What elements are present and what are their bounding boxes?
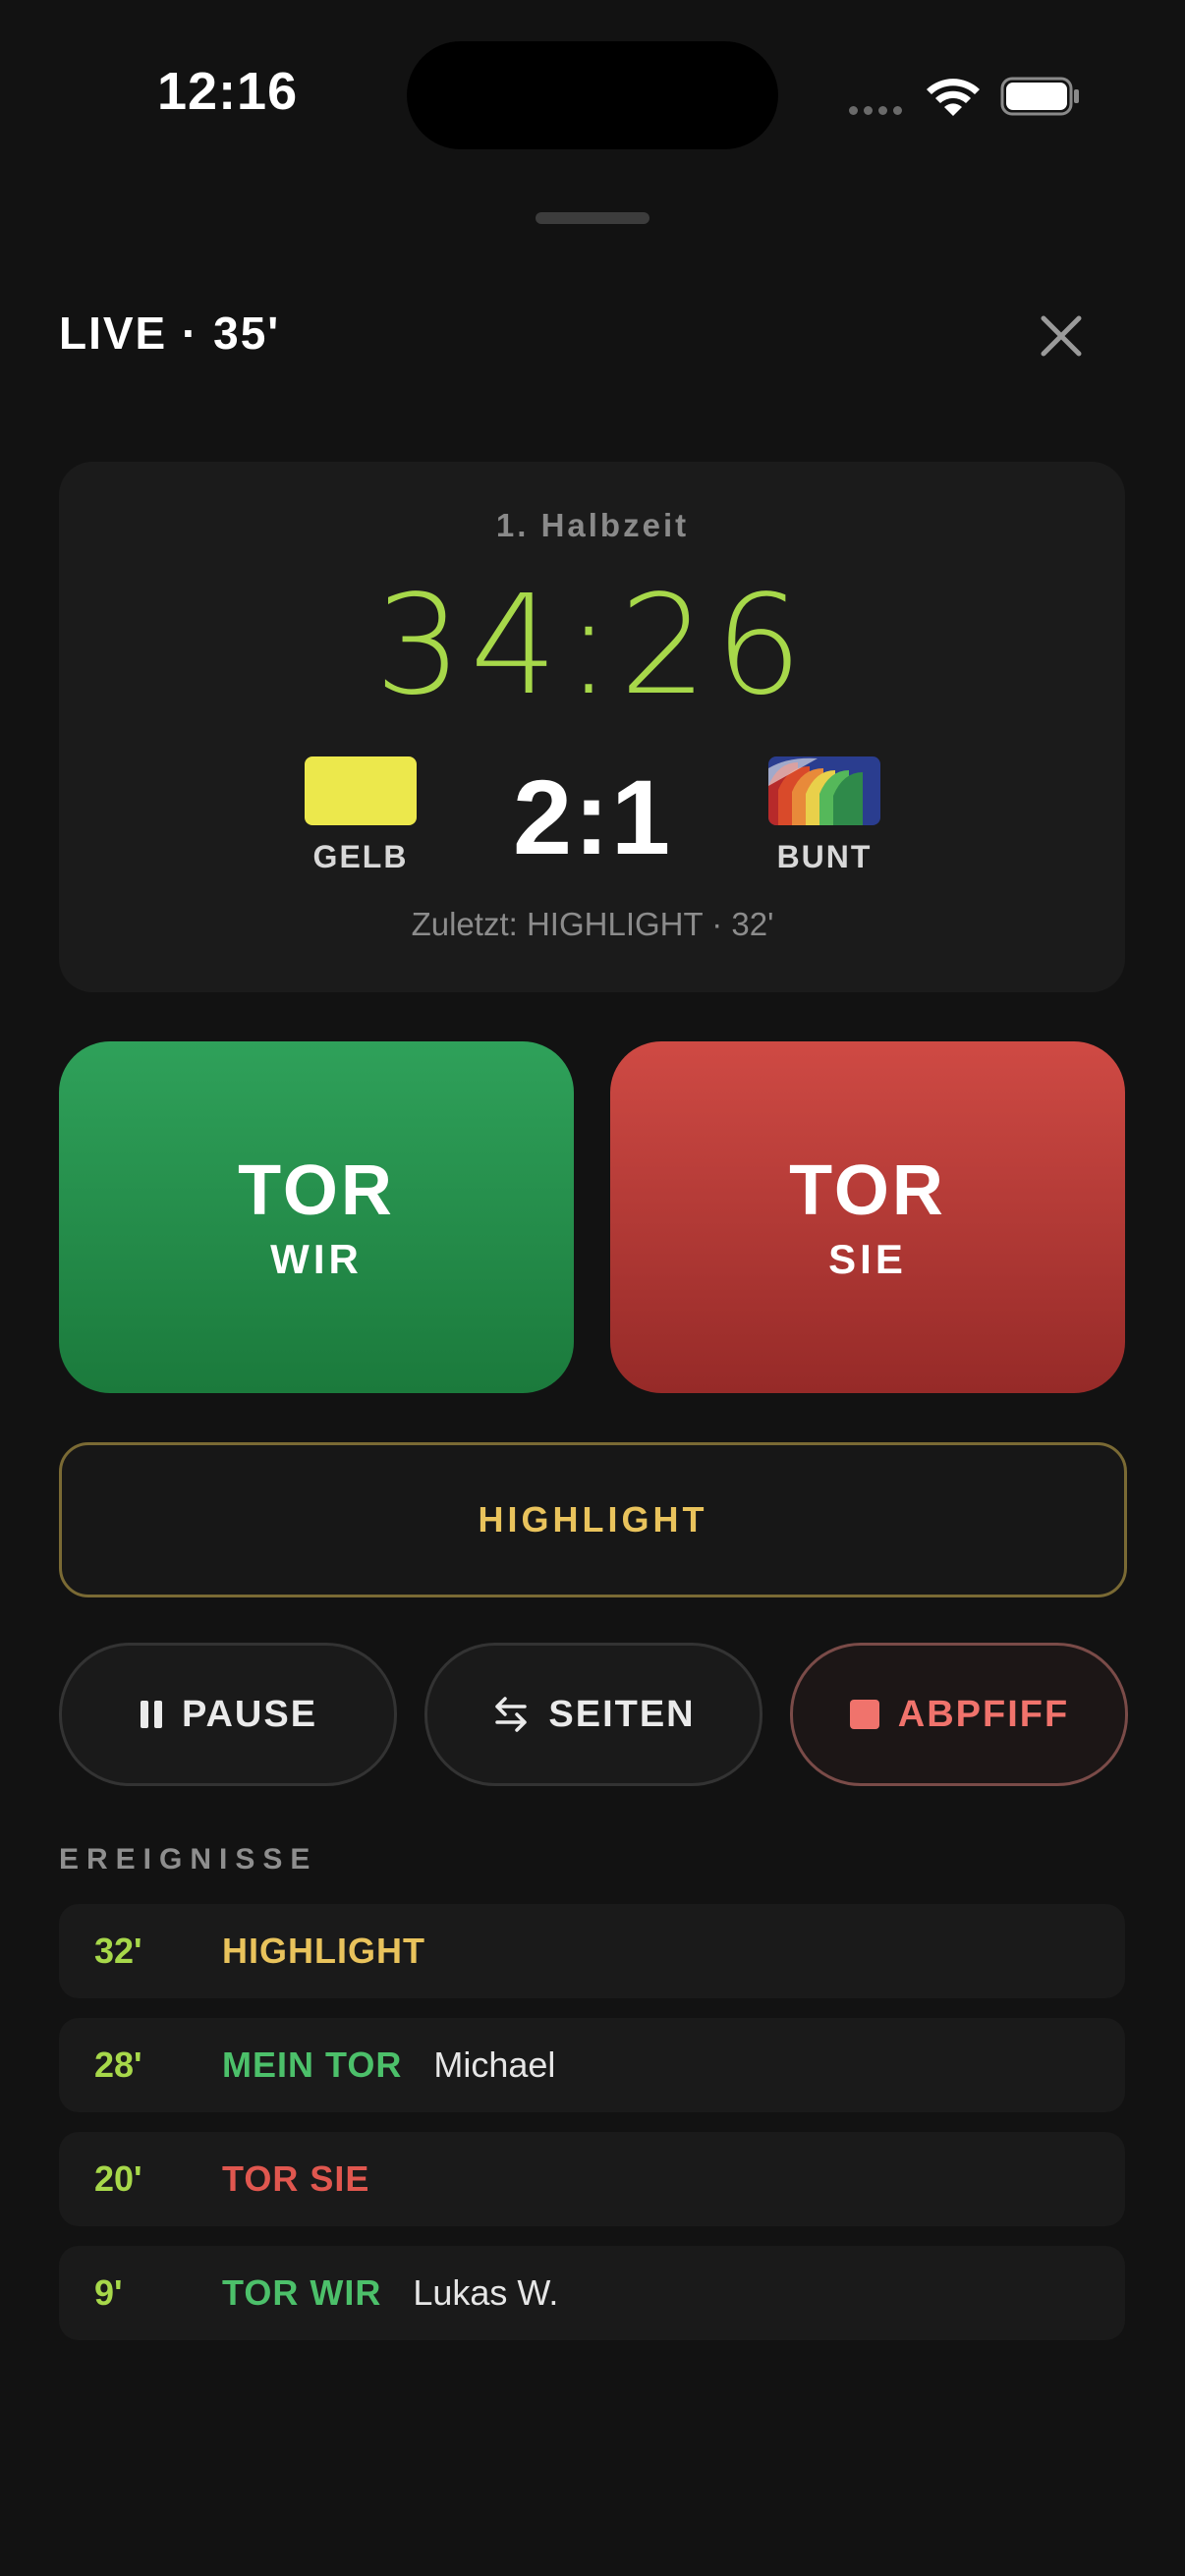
- status-time: 12:16: [157, 62, 299, 121]
- switch-sides-button[interactable]: SEITEN: [424, 1643, 762, 1786]
- event-row[interactable]: 28' MEIN TOR Michael: [59, 2018, 1125, 2112]
- event-minute: 32': [94, 1931, 142, 1971]
- swap-arrows-icon: [491, 1695, 531, 1734]
- event-type: HIGHLIGHT: [222, 1931, 425, 1971]
- pause-label: PAUSE: [181, 1693, 318, 1735]
- event-player: Lukas W.: [413, 2272, 559, 2313]
- event-type: TOR SIE: [222, 2158, 370, 2199]
- goal-them-label: TOR: [789, 1151, 946, 1230]
- away-team-color-swatch: [768, 756, 880, 825]
- goal-us-button[interactable]: TOR WIR: [59, 1041, 574, 1393]
- last-event-text: Zuletzt: HIGHLIGHT · 32': [411, 906, 774, 942]
- stop-icon: [849, 1699, 880, 1730]
- event-minute: 28': [94, 2044, 142, 2085]
- switch-sides-label: SEITEN: [548, 1693, 696, 1735]
- highlight-button[interactable]: HIGHLIGHT: [59, 1442, 1127, 1597]
- event-row[interactable]: 20' TOR SIE: [59, 2132, 1125, 2226]
- goal-us-label: TOR: [238, 1151, 395, 1230]
- goal-us-sublabel: WIR: [270, 1236, 363, 1282]
- final-whistle-button[interactable]: ABPFIFF: [790, 1643, 1128, 1786]
- wifi-icon: [924, 75, 983, 118]
- live-title: LIVE · 35': [59, 308, 281, 359]
- event-minute: 9': [94, 2272, 123, 2313]
- event-minute: 20': [94, 2158, 142, 2199]
- events-heading: EREIGNISSE: [59, 1843, 318, 1876]
- final-whistle-label: ABPFIFF: [897, 1693, 1070, 1735]
- cellular-signal-icon: [849, 102, 908, 115]
- pause-icon: [139, 1699, 164, 1730]
- half-label: 1. Halbzeit: [495, 507, 690, 543]
- goal-them-sublabel: SIE: [828, 1236, 907, 1282]
- sheet-grabber[interactable]: [536, 212, 649, 224]
- dynamic-island: [407, 41, 778, 149]
- event-player: Michael: [433, 2044, 556, 2085]
- goal-them-button[interactable]: TOR SIE: [610, 1041, 1125, 1393]
- pause-button[interactable]: PAUSE: [59, 1643, 397, 1786]
- score: 2:1: [512, 757, 673, 876]
- event-row[interactable]: 9' TOR WIR Lukas W.: [59, 2246, 1125, 2340]
- event-type: TOR WIR: [222, 2272, 382, 2313]
- close-icon[interactable]: [1032, 307, 1091, 365]
- event-type: MEIN TOR: [222, 2044, 403, 2085]
- away-team-label: BUNT: [776, 839, 873, 874]
- battery-icon: [1000, 77, 1081, 116]
- match-clock: 34:26: [374, 566, 811, 726]
- event-row[interactable]: 32' HIGHLIGHT: [59, 1904, 1125, 1998]
